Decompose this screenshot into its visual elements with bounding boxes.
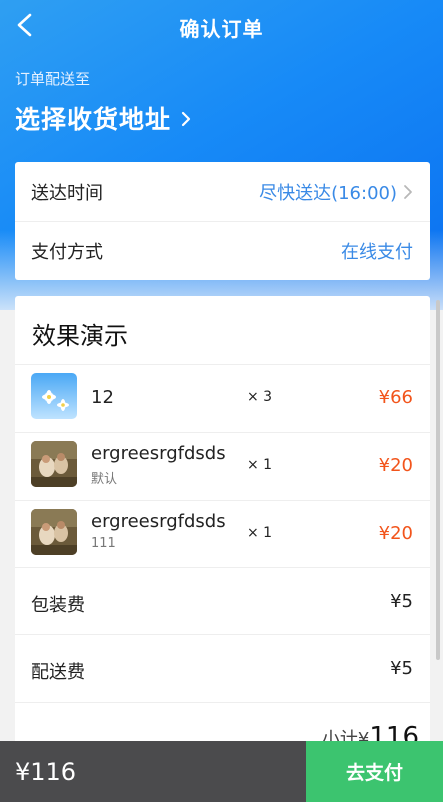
order-info-card: 送达时间 尽快送达(16:00) 支付方式 在线支付 bbox=[15, 162, 430, 280]
pay-button[interactable]: 去支付 bbox=[306, 741, 443, 802]
scrollbar[interactable] bbox=[436, 300, 440, 660]
delivery-time-text: 尽快送达(16:00) bbox=[259, 182, 397, 204]
payment-method-label: 支付方式 bbox=[31, 242, 103, 263]
navbar: 确认订单 bbox=[0, 0, 443, 54]
item-name: ergreesrgfdsds bbox=[91, 443, 226, 464]
item-price: ¥66 bbox=[378, 387, 413, 408]
packing-fee-label: 包装费 bbox=[31, 595, 85, 616]
delivery-fee-value: ¥5 bbox=[390, 658, 413, 679]
select-address-text: 选择收货地址 bbox=[15, 105, 172, 134]
item-name: ergreesrgfdsds bbox=[91, 511, 226, 532]
total-amount: ¥116 bbox=[0, 741, 306, 802]
payment-method-row[interactable]: 支付方式 在线支付 bbox=[15, 222, 430, 280]
item-spec: 默认 bbox=[91, 472, 118, 487]
delivery-fee-label: 配送费 bbox=[31, 662, 85, 683]
divider bbox=[15, 702, 430, 703]
delivery-time-label: 送达时间 bbox=[31, 182, 103, 204]
painting-image bbox=[31, 441, 77, 487]
packing-fee-value: ¥5 bbox=[390, 591, 413, 612]
checkout-bar: ¥116 去支付 bbox=[0, 741, 443, 802]
deliver-to-label: 订单配送至 bbox=[15, 70, 91, 88]
chevron-right-icon bbox=[181, 111, 191, 127]
item-name: 12 bbox=[91, 387, 114, 408]
item-price: ¥20 bbox=[378, 455, 413, 476]
divider bbox=[15, 634, 430, 635]
payment-method-value: 在线支付 bbox=[341, 242, 413, 263]
divider bbox=[15, 567, 430, 568]
item-quantity: × 3 bbox=[247, 389, 273, 405]
delivery-time-row[interactable]: 送达时间 尽快送达(16:00) bbox=[15, 162, 430, 221]
painting-image bbox=[31, 509, 77, 555]
order-detail-card: 效果演示 12 × 3 ¥66 ergreesrgfdsds 默认 × 1 ¥2… bbox=[15, 296, 430, 756]
item-quantity: × 1 bbox=[247, 457, 273, 473]
item-spec: 111 bbox=[91, 536, 116, 551]
page-title: 确认订单 bbox=[179, 16, 264, 41]
list-item: ergreesrgfdsds 111 × 1 ¥20 bbox=[15, 501, 430, 568]
chevron-left-icon[interactable] bbox=[14, 12, 36, 38]
list-item: ergreesrgfdsds 默认 × 1 ¥20 bbox=[15, 433, 430, 500]
list-item: 12 × 3 ¥66 bbox=[15, 365, 430, 432]
chevron-right-icon bbox=[404, 184, 412, 199]
shop-name: 效果演示 bbox=[32, 322, 128, 350]
select-address-button[interactable]: 选择收货地址 bbox=[15, 100, 193, 136]
delivery-time-value: 尽快送达(16:00) bbox=[259, 179, 413, 205]
item-quantity: × 1 bbox=[247, 525, 273, 541]
blue-flower-image bbox=[31, 373, 77, 419]
item-price: ¥20 bbox=[378, 523, 413, 544]
